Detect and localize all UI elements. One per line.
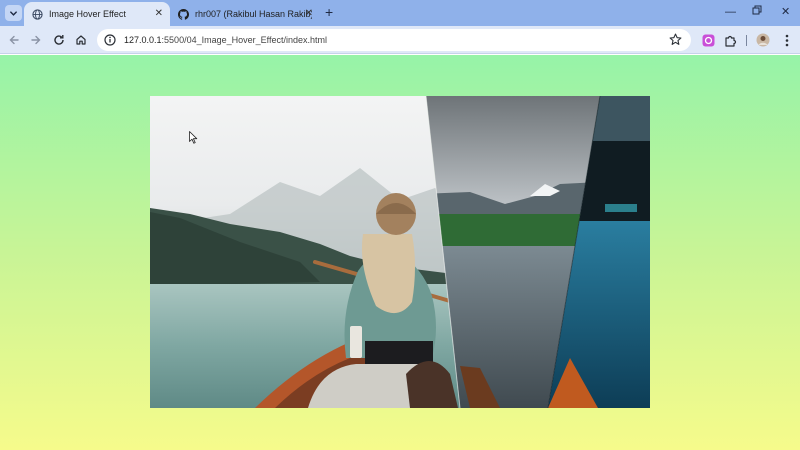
forward-icon[interactable] <box>29 33 43 47</box>
more-menu-icon[interactable] <box>779 32 795 48</box>
page-viewport <box>0 55 800 450</box>
tab-title: rhr007 (Rakibul Hasan Rakib) <box>195 9 312 19</box>
chevron-down-icon <box>10 10 17 16</box>
reload-icon[interactable] <box>52 33 66 47</box>
toolbar-separator <box>746 35 747 46</box>
home-icon[interactable] <box>74 33 88 47</box>
profile-avatar-icon[interactable] <box>755 32 771 48</box>
site-info-icon[interactable] <box>104 34 116 46</box>
browser-toolbar: 127.0.0.1:5500/04_Image_Hover_Effect/ind… <box>0 26 800 54</box>
github-icon <box>178 8 189 20</box>
globe-icon <box>32 8 43 20</box>
url-host: 127.0.0.1 <box>124 35 162 45</box>
minimize-icon[interactable]: — <box>725 5 736 19</box>
restore-icon[interactable] <box>752 5 762 19</box>
mouse-cursor-icon <box>189 131 198 144</box>
tab-strip: Image Hover Effect ✕ rhr007 (Rakibul Has… <box>0 0 800 26</box>
gallery-panel-woman-canoe[interactable] <box>150 96 470 408</box>
image-hover-gallery <box>150 96 650 408</box>
tab-title: Image Hover Effect <box>49 9 126 19</box>
close-window-icon[interactable]: ✕ <box>781 5 790 19</box>
url-text: 127.0.0.1:5500/04_Image_Hover_Effect/ind… <box>124 35 327 45</box>
close-icon[interactable]: ✕ <box>305 8 313 20</box>
close-icon[interactable]: ✕ <box>155 8 163 20</box>
url-path: :5500/04_Image_Hover_Effect/index.html <box>161 35 327 45</box>
tab-github-profile[interactable]: rhr007 (Rakibul Hasan Rakib) ✕ <box>170 2 320 26</box>
puzzle-icon[interactable] <box>722 32 738 48</box>
tab-image-hover-effect[interactable]: Image Hover Effect ✕ <box>24 2 170 26</box>
address-bar[interactable]: 127.0.0.1:5500/04_Image_Hover_Effect/ind… <box>97 29 691 51</box>
back-icon[interactable] <box>7 33 21 47</box>
new-tab-button[interactable]: + <box>325 5 333 19</box>
tab-search-button[interactable] <box>5 5 22 21</box>
bookmark-star-icon[interactable] <box>669 33 682 46</box>
extension-icon[interactable] <box>700 32 716 48</box>
